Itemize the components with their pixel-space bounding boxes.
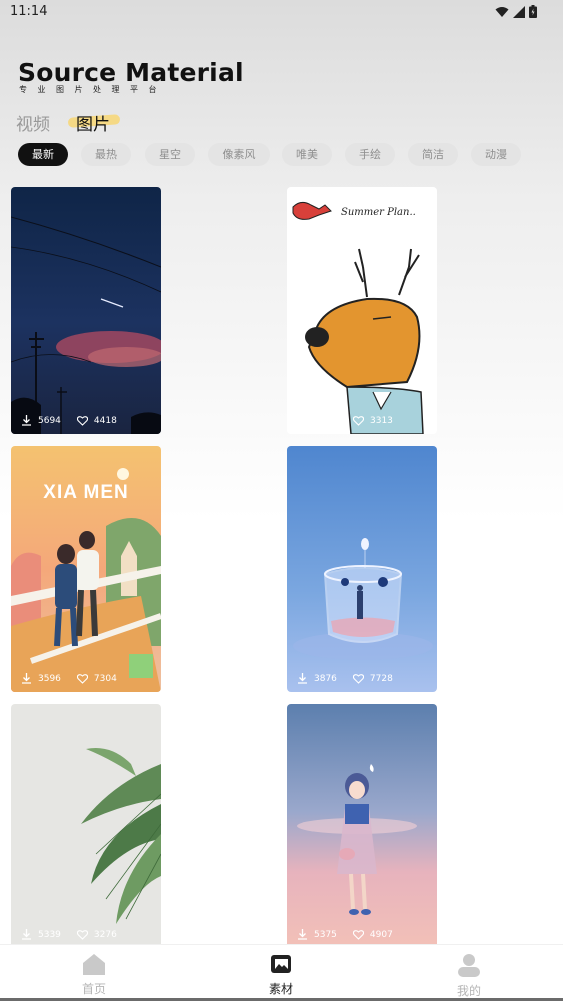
home-icon: [83, 954, 105, 975]
download-icon: [22, 929, 31, 940]
battery-icon: [529, 5, 537, 18]
gallery-icon: [271, 955, 291, 973]
status-time: 11:14: [10, 4, 48, 19]
xiamen-poster-image: XIA MEN: [11, 446, 161, 692]
chip-hottest[interactable]: 最热: [81, 143, 131, 166]
download-icon: [298, 929, 307, 940]
user-icon: [458, 954, 480, 977]
nav-mine-label: 我的: [456, 984, 481, 998]
heart-icon: [76, 929, 88, 940]
heart-icon: [76, 673, 88, 684]
chip-pixel[interactable]: 像素风: [208, 143, 270, 166]
download-icon: [298, 673, 307, 684]
card-stats: 3876 7728: [297, 673, 409, 684]
glass-jar-image: [287, 446, 437, 692]
signal-icon: [513, 5, 525, 18]
nav-mine[interactable]: 我的: [439, 953, 499, 999]
image-card[interactable]: 3876 7728: [287, 446, 437, 692]
chip-latest[interactable]: 最新: [18, 143, 68, 166]
heart-icon: [353, 416, 364, 426]
download-count: 5375: [314, 929, 337, 940]
download-count: 3876: [314, 673, 337, 684]
download-count: 5339: [38, 929, 61, 940]
heart-icon: [352, 929, 364, 940]
like-count: 7304: [93, 673, 117, 684]
page-subtitle: 专业图片处理平台: [19, 85, 167, 94]
image-card[interactable]: Summer Plan.. 3313: [287, 187, 437, 434]
image-card[interactable]: 5339 3276: [11, 704, 161, 944]
tab-video[interactable]: 视频: [16, 110, 50, 135]
chip-anime[interactable]: 动漫: [471, 143, 521, 166]
night-sky-image: [11, 187, 161, 434]
girl-sunset-image: [287, 704, 437, 944]
chip-handdrawn[interactable]: 手绘: [345, 143, 395, 166]
card-stats: 5339 3276: [21, 929, 133, 940]
summer-plan-text: Summer Plan..: [341, 207, 416, 218]
chip-starry[interactable]: 星空: [145, 143, 195, 166]
heart-icon: [76, 415, 88, 426]
nav-material[interactable]: 素材: [251, 953, 311, 997]
status-icons: [495, 5, 537, 18]
card-stats: 3596 7304: [21, 673, 133, 684]
download-icon: [22, 673, 31, 684]
download-count: 5694: [38, 415, 61, 426]
card-stats: 5694 4418: [21, 415, 133, 426]
card-stats: 5375 4907: [297, 929, 409, 940]
page-title: Source Material: [18, 58, 244, 87]
xiamen-title-text: XIA MEN: [43, 482, 128, 503]
image-card[interactable]: XIA MEN 3596 7304: [11, 446, 161, 692]
nav-home-label: 首页: [81, 982, 106, 996]
deer-illustration: Summer Plan..: [287, 187, 437, 434]
download-count: 3596: [38, 673, 61, 684]
image-card[interactable]: 5694 4418: [11, 187, 161, 434]
status-bar: 11:14: [0, 0, 563, 24]
chip-simple[interactable]: 简洁: [408, 143, 458, 166]
image-card[interactable]: 5375 4907: [287, 704, 437, 944]
card-stats: 3313: [353, 416, 409, 426]
heart-icon: [352, 673, 364, 684]
download-icon: [22, 415, 31, 426]
like-count: 4907: [369, 929, 393, 940]
bottom-nav: 首页 素材 我的: [0, 944, 563, 1001]
tab-image[interactable]: 图片: [76, 110, 110, 135]
like-count: 3276: [93, 929, 117, 940]
plant-leaves-image: [11, 704, 161, 944]
wifi-icon: [495, 6, 509, 17]
like-count: 4418: [93, 415, 117, 426]
nav-home[interactable]: 首页: [64, 953, 124, 997]
like-count: 3313: [370, 416, 393, 426]
nav-material-label: 素材: [268, 982, 293, 996]
like-count: 7728: [369, 673, 393, 684]
chip-aesthetic[interactable]: 唯美: [282, 143, 332, 166]
